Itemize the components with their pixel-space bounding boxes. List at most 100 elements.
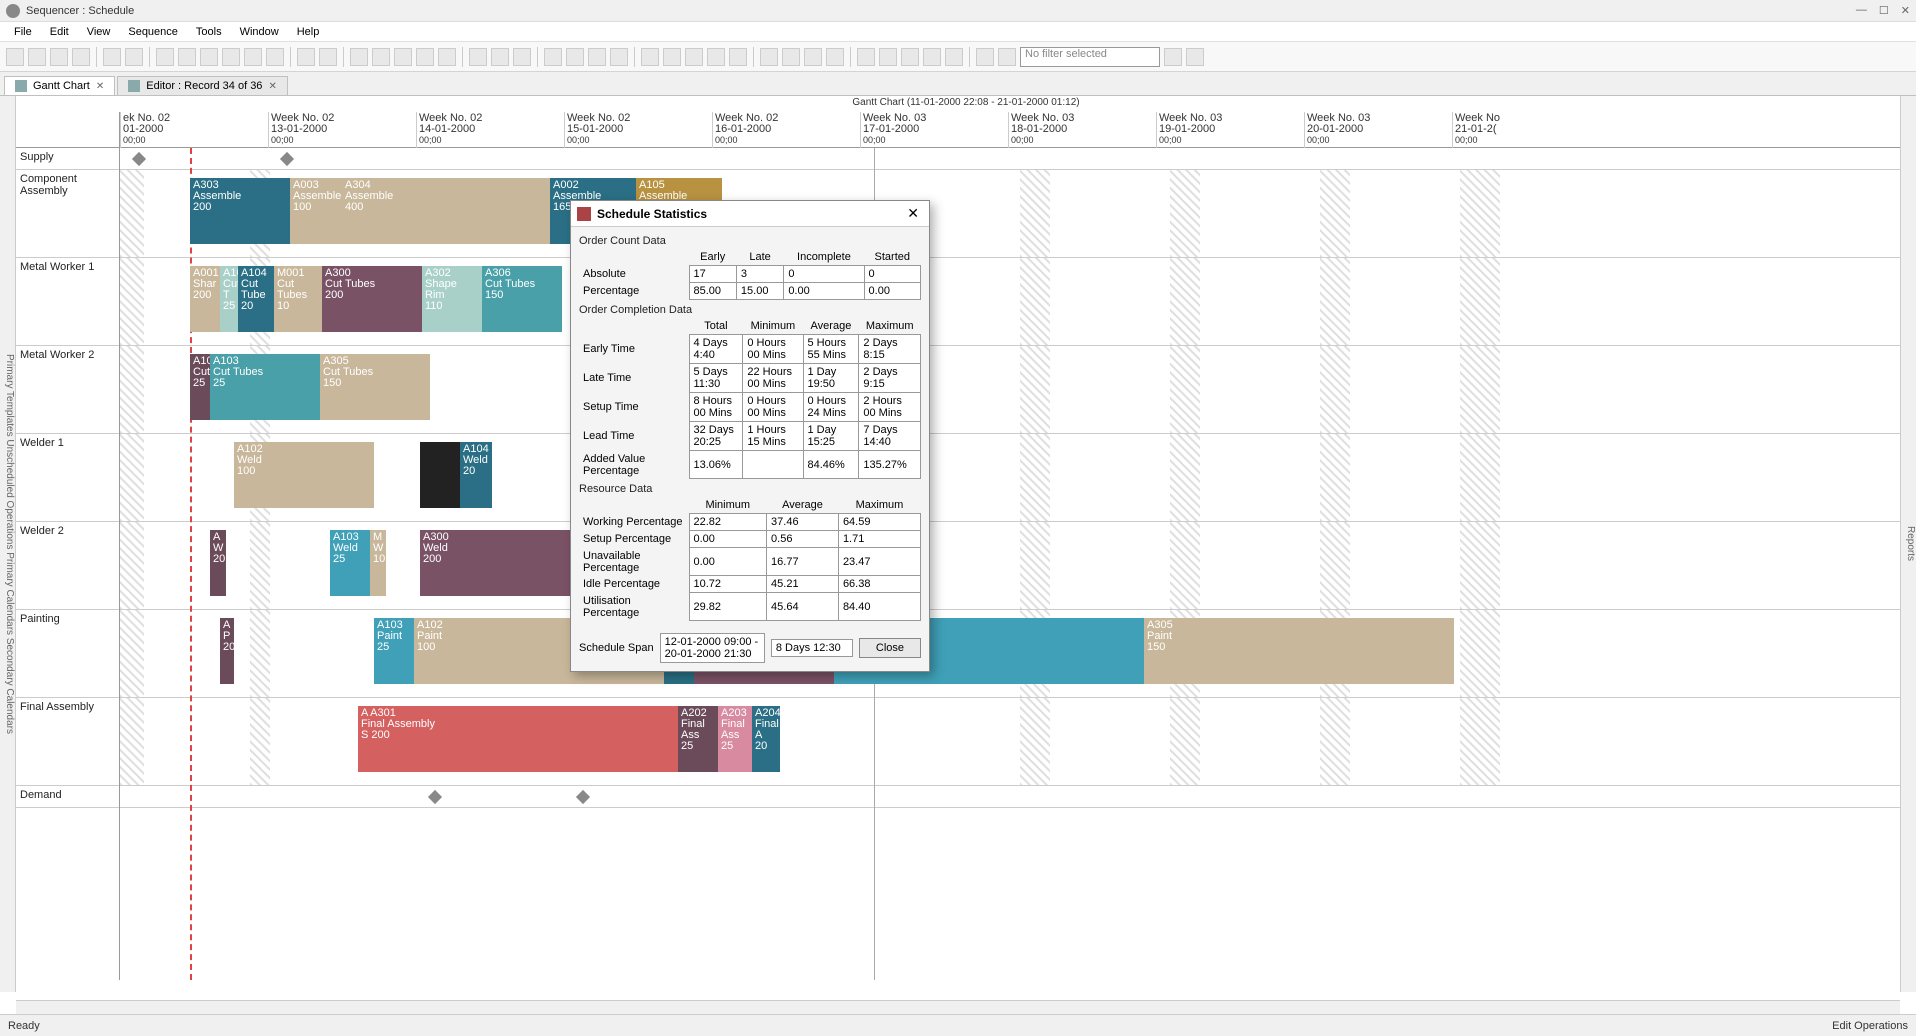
gantt-bar[interactable]: A203Final Ass25	[718, 706, 752, 772]
gantt-bar[interactable]: A103Weld25	[330, 530, 370, 596]
gantt-bar[interactable]: AP20	[220, 618, 234, 684]
gantt-body[interactable]: SupplyComponent AssemblyMetal Worker 1Me…	[16, 148, 1916, 980]
toolbar-button[interactable]	[416, 48, 434, 66]
gantt-lane[interactable]	[120, 786, 1916, 808]
minimize-icon[interactable]: —	[1856, 4, 1867, 17]
row-label[interactable]: Supply	[16, 148, 119, 170]
toolbar-button[interactable]	[804, 48, 822, 66]
gantt-lane[interactable]	[120, 434, 1916, 522]
menu-window[interactable]: Window	[232, 24, 287, 40]
toolbar-button[interactable]	[156, 48, 174, 66]
tab-close-icon[interactable]: ✕	[268, 81, 276, 92]
close-icon[interactable]: ✕	[1901, 4, 1910, 17]
gantt-bar[interactable]: A304Assemble400	[342, 178, 550, 244]
toolbar-button[interactable]	[544, 48, 562, 66]
toolbar-button[interactable]	[685, 48, 703, 66]
toolbar-button[interactable]	[125, 48, 143, 66]
gantt-bar[interactable]: M001Cut Tubes10	[274, 266, 322, 332]
row-label[interactable]: Metal Worker 1	[16, 258, 119, 346]
gantt-bar[interactable]: A A301Final AssemblyS 200	[358, 706, 678, 772]
horizontal-scrollbar[interactable]	[16, 1000, 1900, 1014]
row-label[interactable]: Final Assembly	[16, 698, 119, 786]
menu-view[interactable]: View	[79, 24, 119, 40]
gantt-bar[interactable]: A306Cut Tubes150	[482, 266, 562, 332]
gantt-bar[interactable]: A104Weld20	[460, 442, 492, 508]
row-label[interactable]: Metal Worker 2	[16, 346, 119, 434]
menu-edit[interactable]: Edit	[42, 24, 77, 40]
toolbar-button[interactable]	[50, 48, 68, 66]
toolbar-button[interactable]	[513, 48, 531, 66]
toolbar-button[interactable]	[319, 48, 337, 66]
row-label[interactable]: Component Assembly	[16, 170, 119, 258]
toolbar-button[interactable]	[469, 48, 487, 66]
toolbar-button[interactable]	[222, 48, 240, 66]
gantt-bar[interactable]: A305Cut Tubes150	[320, 354, 430, 420]
tab[interactable]: Gantt Chart✕	[4, 76, 115, 95]
toolbar-button[interactable]	[350, 48, 368, 66]
gantt-bar[interactable]: A300Cut Tubes200	[322, 266, 422, 332]
menu-help[interactable]: Help	[289, 24, 328, 40]
gantt-bar[interactable]: A101Cut25	[190, 354, 210, 420]
gantt-bar[interactable]: A003Assemble100	[290, 178, 342, 244]
toolbar-button[interactable]	[610, 48, 628, 66]
left-side-tabs[interactable]: Primary Templates Unscheduled Operations…	[0, 96, 16, 992]
toolbar-button[interactable]	[266, 48, 284, 66]
toolbar-button[interactable]	[976, 48, 994, 66]
toolbar-button[interactable]	[945, 48, 963, 66]
toolbar-button[interactable]	[879, 48, 897, 66]
toolbar-button[interactable]	[6, 48, 24, 66]
toolbar-button[interactable]	[28, 48, 46, 66]
menu-tools[interactable]: Tools	[188, 24, 230, 40]
filter-select[interactable]: No filter selected	[1020, 47, 1160, 67]
toolbar-button[interactable]	[641, 48, 659, 66]
dialog-titlebar[interactable]: Schedule Statistics ✕	[571, 201, 929, 227]
toolbar-button[interactable]	[901, 48, 919, 66]
gantt-bar[interactable]: A001Shar200	[190, 266, 220, 332]
toolbar-button[interactable]	[923, 48, 941, 66]
gantt-bar[interactable]: A103Paint25	[374, 618, 414, 684]
gantt-bar[interactable]: AW20	[210, 530, 226, 596]
gantt-bar[interactable]: A300Weld200	[420, 530, 570, 596]
toolbar-button[interactable]	[998, 48, 1016, 66]
menu-sequence[interactable]: Sequence	[120, 24, 186, 40]
toolbar-button[interactable]	[178, 48, 196, 66]
toolbar-button[interactable]	[103, 48, 121, 66]
row-label[interactable]: Welder 1	[16, 434, 119, 522]
row-label[interactable]: Welder 2	[16, 522, 119, 610]
tab-close-icon[interactable]: ✕	[96, 81, 104, 92]
gantt-lane[interactable]	[120, 522, 1916, 610]
toolbar-button[interactable]	[588, 48, 606, 66]
gantt-bar[interactable]: A204Final A20	[752, 706, 780, 772]
toolbar-button[interactable]	[826, 48, 844, 66]
dialog-close-icon[interactable]: ✕	[903, 205, 923, 222]
toolbar-button[interactable]	[491, 48, 509, 66]
row-label[interactable]: Painting	[16, 610, 119, 698]
toolbar-button[interactable]	[1164, 48, 1182, 66]
toolbar-button[interactable]	[707, 48, 725, 66]
toolbar-button[interactable]	[244, 48, 262, 66]
toolbar-button[interactable]	[729, 48, 747, 66]
maximize-icon[interactable]: ☐	[1879, 4, 1889, 17]
toolbar-button[interactable]	[394, 48, 412, 66]
toolbar-button[interactable]	[438, 48, 456, 66]
gantt-bar[interactable]	[420, 442, 460, 508]
gantt-bar[interactable]: A202Final Ass25	[678, 706, 718, 772]
toolbar-button[interactable]	[372, 48, 390, 66]
gantt-bar[interactable]: MW10	[370, 530, 386, 596]
right-side-tab-reports[interactable]: Reports	[1900, 96, 1916, 992]
toolbar-button[interactable]	[566, 48, 584, 66]
toolbar-button[interactable]	[297, 48, 315, 66]
toolbar-button[interactable]	[72, 48, 90, 66]
toolbar-button[interactable]	[200, 48, 218, 66]
menu-file[interactable]: File	[6, 24, 40, 40]
gantt-bar[interactable]: A104Cut Tube20	[238, 266, 274, 332]
toolbar-button[interactable]	[782, 48, 800, 66]
close-button[interactable]: Close	[859, 638, 921, 658]
toolbar-button[interactable]	[663, 48, 681, 66]
toolbar-button[interactable]	[857, 48, 875, 66]
toolbar-button[interactable]	[760, 48, 778, 66]
row-label[interactable]: Demand	[16, 786, 119, 808]
gantt-bar[interactable]: A305Paint150	[1144, 618, 1454, 684]
gantt-bar[interactable]: A303Assemble200	[190, 178, 290, 244]
gantt-lane[interactable]	[120, 148, 1916, 170]
